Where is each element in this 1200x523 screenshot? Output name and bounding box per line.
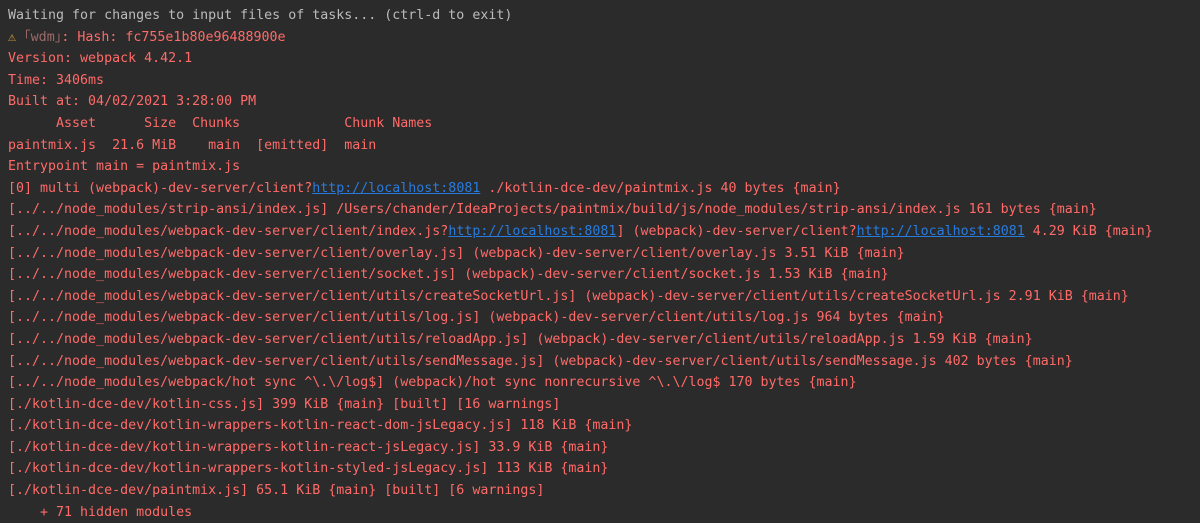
localhost-link[interactable]: http://localhost:8081	[312, 181, 480, 196]
terminal-line: [../../node_modules/webpack-dev-server/c…	[8, 221, 1200, 243]
terminal-text: [../../node_modules/webpack-dev-server/c…	[8, 245, 905, 261]
terminal-line: [./kotlin-dce-dev/kotlin-css.js] 399 KiB…	[8, 394, 1200, 416]
terminal-line: [./kotlin-dce-dev/kotlin-wrappers-kotlin…	[8, 458, 1200, 480]
terminal-output[interactable]: Waiting for changes to input files of ta…	[0, 0, 1200, 523]
terminal-text: [../../node_modules/strip-ansi/index.js]…	[8, 202, 1097, 218]
terminal-text: ] (webpack)-dev-server/client?	[616, 223, 857, 239]
terminal-text: : Hash: fc755e1b80e96488900e	[61, 29, 286, 45]
terminal-text: [../../node_modules/webpack-dev-server/c…	[8, 267, 889, 283]
terminal-text: Built at: 04/02/2021 3:28:00 PM	[8, 94, 257, 110]
terminal-line: Asset Size Chunks Chunk Names	[8, 113, 1200, 135]
terminal-line: + 71 hidden modules	[8, 502, 1200, 523]
localhost-link[interactable]: http://localhost:8081	[857, 224, 1025, 239]
terminal-line: [../../node_modules/webpack-dev-server/c…	[8, 264, 1200, 286]
terminal-lines: Waiting for changes to input files of ta…	[8, 5, 1200, 523]
terminal-line: [../../node_modules/webpack-dev-server/c…	[8, 286, 1200, 308]
terminal-text: [./kotlin-dce-dev/kotlin-wrappers-kotlin…	[8, 461, 609, 477]
terminal-line: Waiting for changes to input files of ta…	[8, 5, 1200, 27]
terminal-text: [../../node_modules/webpack/hot sync ^\.…	[8, 375, 857, 391]
terminal-line: [0] multi (webpack)-dev-server/client?ht…	[8, 178, 1200, 200]
terminal-line: Time: 3406ms	[8, 70, 1200, 92]
terminal-line: [../../node_modules/webpack-dev-server/c…	[8, 307, 1200, 329]
terminal-line: [../../node_modules/webpack/hot sync ^\.…	[8, 372, 1200, 394]
terminal-line: ⚠ ｢wdm｣: Hash: fc755e1b80e96488900e	[8, 27, 1200, 49]
localhost-link[interactable]: http://localhost:8081	[448, 224, 616, 239]
warning-icon: ⚠	[8, 29, 17, 45]
terminal-text: [./kotlin-dce-dev/kotlin-wrappers-kotlin…	[8, 439, 609, 455]
terminal-text: [./kotlin-dce-dev/kotlin-css.js] 399 KiB…	[8, 396, 561, 412]
terminal-line: [../../node_modules/webpack-dev-server/c…	[8, 329, 1200, 351]
terminal-text: Asset Size Chunks Chunk Names	[8, 115, 433, 131]
wdm-tag: ｢wdm｣	[24, 29, 62, 45]
terminal-text: + 71 hidden modules	[8, 504, 193, 520]
terminal-line: Entrypoint main = paintmix.js	[8, 156, 1200, 178]
terminal-line: paintmix.js 21.6 MiB main [emitted] main	[8, 135, 1200, 157]
terminal-line: Built at: 04/02/2021 3:28:00 PM	[8, 91, 1200, 113]
terminal-text: Waiting for changes to input files of ta…	[8, 8, 513, 23]
terminal-text: [../../node_modules/webpack-dev-server/c…	[8, 310, 945, 326]
terminal-line: [./kotlin-dce-dev/kotlin-wrappers-kotlin…	[8, 415, 1200, 437]
terminal-text: [../../node_modules/webpack-dev-server/c…	[8, 288, 1129, 304]
terminal-text: [./kotlin-dce-dev/paintmix.js] 65.1 KiB …	[8, 483, 545, 499]
terminal-line: [../../node_modules/strip-ansi/index.js]…	[8, 199, 1200, 221]
terminal-line: [../../node_modules/webpack-dev-server/c…	[8, 243, 1200, 265]
terminal-line: [../../node_modules/webpack-dev-server/c…	[8, 351, 1200, 373]
terminal-text: [0] multi (webpack)-dev-server/client?	[8, 180, 313, 196]
terminal-text: 4.29 KiB {main}	[1024, 223, 1153, 239]
terminal-text: Entrypoint main = paintmix.js	[8, 159, 241, 175]
terminal-text: [../../node_modules/webpack-dev-server/c…	[8, 223, 449, 239]
terminal-line: [./kotlin-dce-dev/paintmix.js] 65.1 KiB …	[8, 480, 1200, 502]
terminal-text: paintmix.js 21.6 MiB main [emitted] main	[8, 137, 377, 153]
terminal-text: Version: webpack 4.42.1	[8, 51, 193, 67]
terminal-line: Version: webpack 4.42.1	[8, 48, 1200, 70]
terminal-text: Time: 3406ms	[8, 72, 105, 88]
terminal-text: [../../node_modules/webpack-dev-server/c…	[8, 353, 1073, 369]
terminal-text: ./kotlin-dce-dev/paintmix.js 40 bytes {m…	[480, 180, 841, 196]
terminal-text: [./kotlin-dce-dev/kotlin-wrappers-kotlin…	[8, 418, 633, 434]
terminal-text: [../../node_modules/webpack-dev-server/c…	[8, 331, 1033, 347]
terminal-line: [./kotlin-dce-dev/kotlin-wrappers-kotlin…	[8, 437, 1200, 459]
